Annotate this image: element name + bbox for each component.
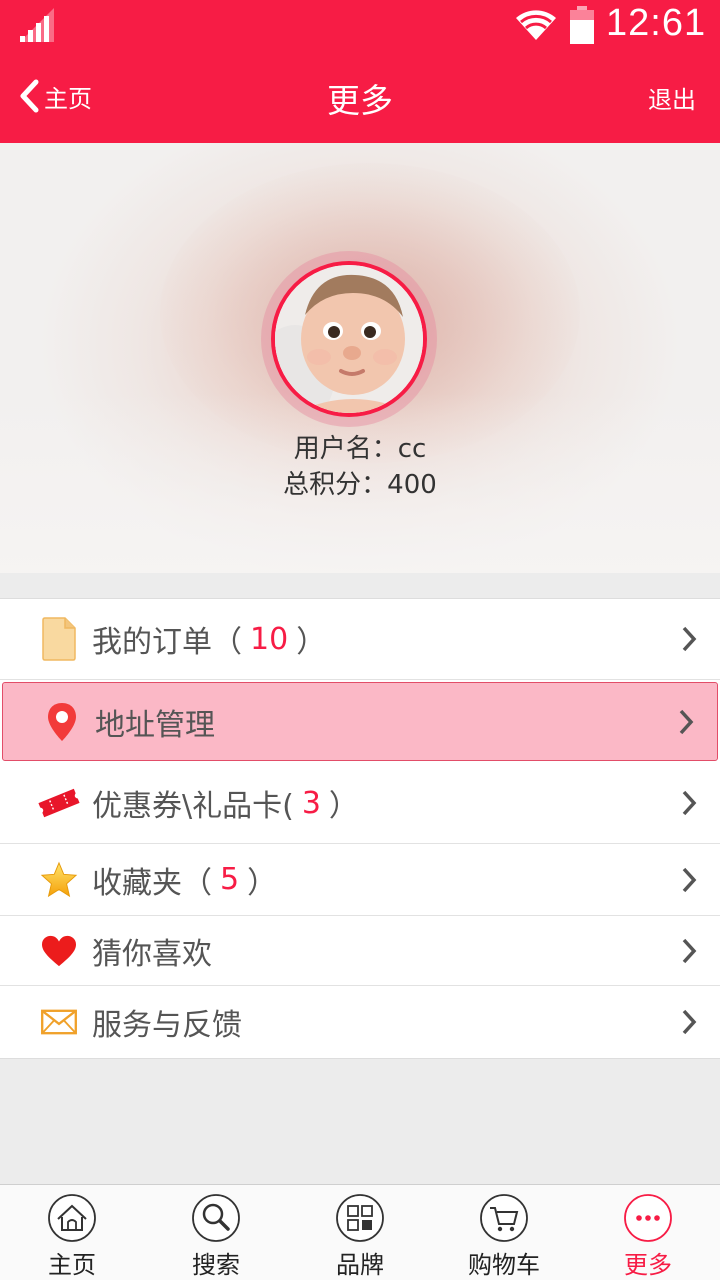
address-text: 地址管理 — [95, 700, 215, 744]
battery-icon — [570, 6, 594, 44]
star-icon — [38, 856, 80, 904]
chevron-right-icon — [682, 1009, 697, 1035]
document-icon — [38, 615, 80, 663]
tab-cart[interactable]: 购物车 — [432, 1185, 576, 1280]
user-info: 用户名：cc 总积分：400 — [0, 431, 720, 503]
menu-item-address[interactable]: 地址管理 — [2, 682, 718, 761]
orders-label: 我的订单（ — [92, 625, 242, 660]
coupons-text: 优惠券\礼品卡( 3 ） — [92, 781, 359, 825]
baby-face-image — [275, 265, 423, 413]
logout-button[interactable]: 退出 — [648, 80, 696, 115]
orders-text: 我的订单（ 10 ） — [92, 617, 326, 661]
nav-bar: 主页 更多 退出 — [0, 50, 720, 143]
tab-more-label: 更多 — [624, 1251, 672, 1279]
coupons-label: 优惠券\礼品卡( — [92, 789, 294, 824]
search-icon — [192, 1194, 240, 1242]
chevron-right-icon — [679, 709, 694, 734]
page-title: 更多 — [327, 81, 393, 120]
tab-cart-label: 购物车 — [468, 1251, 540, 1279]
tab-home-label: 主页 — [48, 1251, 96, 1279]
recommend-text: 猜你喜欢 — [92, 929, 212, 973]
tab-search-label: 搜索 — [192, 1251, 240, 1279]
coupons-count: 3 — [301, 785, 321, 821]
tab-home[interactable]: 主页 — [0, 1185, 144, 1280]
menu-item-feedback[interactable]: 服务与反馈 — [0, 986, 720, 1058]
favorites-label: 收藏夹（ — [92, 865, 212, 901]
username: 用户名：cc — [293, 434, 427, 464]
favorites-text: 收藏夹（ 5 ） — [92, 858, 277, 902]
chevron-right-icon — [682, 867, 697, 892]
home-icon — [48, 1194, 96, 1242]
favorites-count: 5 — [220, 862, 240, 897]
envelope-icon — [38, 998, 80, 1046]
coupons-suffix: ） — [328, 789, 359, 824]
avatar-ring — [261, 251, 437, 427]
chevron-right-icon — [682, 938, 697, 963]
bottom-tab-bar: 主页 搜索 品牌 购物车 更多 — [0, 1184, 720, 1280]
menu-item-orders[interactable]: 我的订单（ 10 ） — [0, 599, 720, 680]
status-bar: 12:61 — [0, 0, 720, 50]
avatar[interactable] — [271, 261, 427, 417]
feedback-text: 服务与反馈 — [92, 1000, 242, 1044]
feedback-label: 服务与反馈 — [92, 1008, 242, 1043]
chevron-right-icon — [682, 790, 697, 816]
menu-list: 我的订单（ 10 ） 地址管理 优惠券\礼品卡(3 ） 收藏夹（ 5 ） 猜你… — [0, 598, 720, 1059]
chevron-right-icon — [682, 626, 697, 652]
heart-icon — [38, 927, 80, 975]
address-label: 地址管理 — [95, 707, 215, 743]
grid-icon — [336, 1194, 384, 1242]
signal-icon — [20, 8, 54, 42]
profile-banner: 用户名：cc 总积分：400 — [0, 143, 720, 573]
tab-brand[interactable]: 品牌 — [288, 1185, 432, 1280]
more-icon — [624, 1194, 672, 1242]
cart-icon — [480, 1194, 528, 1242]
tab-search[interactable]: 搜索 — [144, 1185, 288, 1280]
total-points: 总积分：400 — [283, 470, 437, 500]
orders-suffix: ） — [296, 625, 327, 660]
location-pin-icon — [41, 698, 83, 746]
menu-item-coupons[interactable]: 优惠券\礼品卡( 3 ） — [0, 763, 720, 844]
recommend-label: 猜你喜欢 — [92, 936, 212, 972]
wifi-icon — [516, 10, 556, 40]
menu-item-favorites[interactable]: 收藏夹（ 5 ） — [0, 844, 720, 916]
menu-item-recommend[interactable]: 猜你喜欢 — [0, 916, 720, 986]
ticket-icon — [38, 779, 80, 827]
clock: 12:61 — [606, 2, 707, 44]
orders-count: 10 — [250, 621, 289, 657]
tab-brand-label: 品牌 — [336, 1251, 384, 1279]
favorites-suffix: ） — [247, 865, 278, 901]
tab-more[interactable]: 更多 — [576, 1185, 720, 1280]
